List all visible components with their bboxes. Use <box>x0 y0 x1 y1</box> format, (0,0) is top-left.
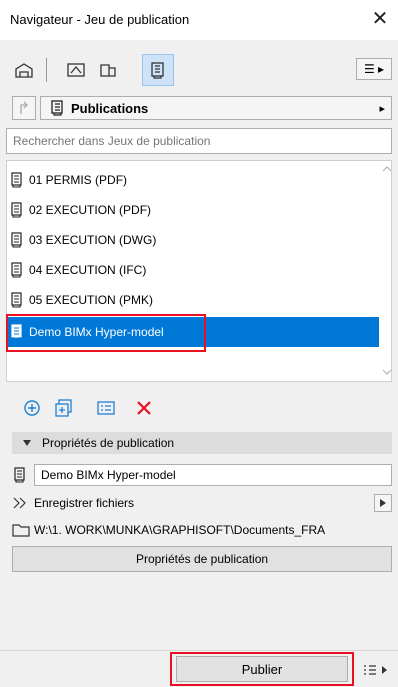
selection-highlight-box <box>6 314 206 352</box>
list-item[interactable]: 03 EXECUTION (DWG) <box>7 225 379 255</box>
settings-list-button[interactable] <box>96 398 116 418</box>
delete-x-icon <box>137 401 151 415</box>
close-button[interactable]: ✕ <box>368 6 392 32</box>
list-item-label: 01 PERMIS (PDF) <box>29 173 128 187</box>
publisher-set-icon <box>11 172 22 188</box>
toolbar-separator <box>46 58 47 82</box>
go-up-button[interactable] <box>12 96 36 120</box>
chevron-right-icon: ▸ <box>379 102 385 115</box>
view-map-icon[interactable] <box>64 58 88 82</box>
list-item-label: 03 EXECUTION (DWG) <box>29 233 157 247</box>
add-publisher-set-button[interactable] <box>22 398 42 418</box>
window-title: Navigateur - Jeu de publication <box>10 12 190 27</box>
publisher-set-icon <box>11 292 22 308</box>
list-item[interactable]: 04 EXECUTION (IFC) <box>7 255 379 285</box>
list-item[interactable]: 02 EXECUTION (PDF) <box>7 195 379 225</box>
save-files-dropdown[interactable] <box>374 494 392 512</box>
collapse-triangle-icon <box>23 440 31 446</box>
scroll-up-arrow[interactable] <box>382 165 391 175</box>
list-settings-icon <box>97 401 115 415</box>
publication-properties-button[interactable]: Propriétés de publication <box>12 546 392 572</box>
list-item-label: 05 EXECUTION (PMK) <box>29 293 154 307</box>
publisher-set-icon <box>11 202 22 218</box>
list-item-label: 02 EXECUTION (PDF) <box>29 203 152 217</box>
options-menu-button[interactable]: ☰ ▸ <box>356 58 392 80</box>
list-item[interactable]: 01 PERMIS (PDF) <box>7 165 379 195</box>
delete-button[interactable] <box>134 398 154 418</box>
publish-highlight-box <box>170 652 354 686</box>
list-options-icon <box>364 665 387 675</box>
publications-folder-label: Publications <box>71 100 149 116</box>
up-arrow-icon <box>20 101 28 114</box>
publisher-set-icon <box>11 232 22 248</box>
list-item-label: 04 EXECUTION (IFC) <box>29 263 147 277</box>
publish-options-button[interactable] <box>360 660 392 680</box>
double-chevron-icon <box>12 496 28 510</box>
add-folder-icon <box>55 399 72 417</box>
publications-folder-selector[interactable]: Publications ▸ <box>40 96 392 120</box>
project-map-icon[interactable] <box>12 58 36 82</box>
scroll-down-arrow[interactable] <box>382 368 391 378</box>
new-folder-button[interactable] <box>54 398 74 418</box>
publisher-set-icon <box>11 262 22 278</box>
publications-folder-icon <box>49 99 67 117</box>
publisher-set-icon <box>12 466 28 484</box>
output-path[interactable]: W:\1. WORK\MUNKA\GRAPHISOFT\Documents_FR… <box>34 523 325 537</box>
publication-properties-header[interactable]: Propriétés de publication <box>12 432 392 454</box>
footer-divider <box>0 650 398 651</box>
add-circle-icon <box>24 400 40 416</box>
play-arrow-icon <box>380 499 386 507</box>
section-title: Propriétés de publication <box>42 436 175 450</box>
layout-book-icon[interactable] <box>96 58 120 82</box>
list-item[interactable]: 05 EXECUTION (PMK) <box>7 285 379 315</box>
folder-icon <box>12 522 30 538</box>
publication-name-field[interactable]: Demo BIMx Hyper-model <box>34 464 392 486</box>
search-input[interactable] <box>6 128 392 154</box>
save-files-label: Enregistrer fichiers <box>34 496 135 510</box>
publisher-sets-icon[interactable] <box>142 54 174 86</box>
